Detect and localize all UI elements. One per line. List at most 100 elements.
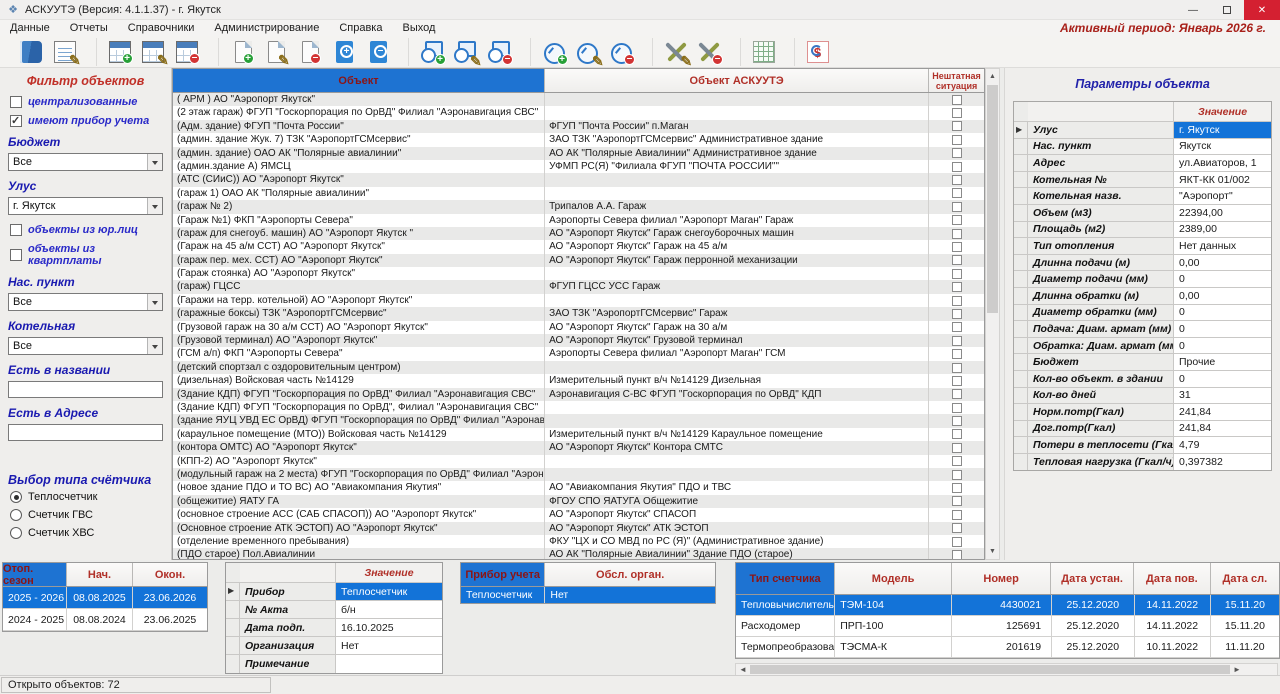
table-row[interactable]: (Грузовой гараж на 30 а/м ССТ) АО "Аэроп… [173,321,984,334]
emergency-checkbox[interactable] [952,242,962,252]
emergency-checkbox[interactable] [952,309,962,319]
emergency-checkbox[interactable] [952,296,962,306]
radio-icon[interactable] [10,509,22,521]
table-row[interactable]: (Основное строение АТК ЭСТОП) АО "Аэропо… [173,522,984,535]
emergency-checkbox[interactable] [952,255,962,265]
emergency-checkbox[interactable] [952,202,962,212]
emergency-checkbox[interactable] [952,429,962,439]
act-row[interactable]: Организация Нет [226,637,442,655]
device-add-icon[interactable] [408,38,448,66]
emergency-checkbox[interactable] [952,363,962,373]
param-row[interactable]: Кол-во объект. в здании 0 [1014,371,1271,388]
scroll-right-icon[interactable]: ► [1230,665,1244,674]
meter-add-icon[interactable] [530,38,570,66]
table-row[interactable]: Теплосчетчик Нет [461,587,715,603]
column-header-start[interactable]: Нач. [67,563,133,586]
table-row[interactable]: (ПДО старое) Пол.Авиалинии АО АК "Полярн… [173,548,984,560]
scrollbar-thumb[interactable] [987,85,998,313]
minimize-button[interactable]: — [1176,0,1210,20]
column-header-install-date[interactable]: Дата устан. [1051,563,1134,594]
table-row[interactable]: (дизельная) Войсковая часть №14129 Измер… [173,374,984,387]
object-edit-icon[interactable] [258,38,292,66]
emergency-checkbox[interactable] [952,496,962,506]
param-row[interactable]: Адрес ул.Авиаторов, 1 [1014,155,1271,172]
table-row[interactable]: Расходомер ПРП-100 125691 25.12.2020 14.… [736,616,1279,637]
table-row[interactable]: (общежитие) ЯАТУ ГА ФГОУ СПО ЯАТУГА Обще… [173,495,984,508]
table-row[interactable]: (Гаражи на терр. котельной) АО "Аэропорт… [173,294,984,307]
emergency-checkbox[interactable] [952,389,962,399]
settlement-select[interactable]: Все [8,293,163,311]
param-row[interactable]: Улус г. Якутск [1014,122,1271,139]
menu-item[interactable]: Справка [329,22,392,34]
table-row[interactable]: (Адм. здание) ФГУП "Почта России" ФГУП "… [173,120,984,133]
menu-item[interactable]: Справочники [118,22,205,34]
radio-icon[interactable] [10,491,22,503]
emergency-checkbox[interactable] [952,470,962,480]
device-edit-icon[interactable] [448,38,482,66]
journal-icon[interactable] [14,38,48,66]
ulus-select[interactable]: г. Якутск [8,197,163,215]
meter-delete-icon[interactable] [604,38,638,66]
emergency-checkbox[interactable] [952,229,962,239]
filter-checkbox-row[interactable]: объекты из квартплаты [10,243,163,267]
meter-type-radio-row[interactable]: Теплосчетчик [10,491,163,503]
column-header-end[interactable]: Окон. [133,563,207,586]
emergency-checkbox[interactable] [952,188,962,198]
param-row[interactable]: Дог.потр(Гкал) 241,84 [1014,421,1271,438]
grid-icon[interactable] [740,38,780,66]
table-row[interactable]: (Здание КДП) ФГУП "Госкорпорация по ОрВД… [173,401,984,414]
chevron-down-icon[interactable] [147,338,162,354]
table-row[interactable]: (Гараж №1) ФКП "Аэропорты Севера" Аэропо… [173,214,984,227]
radio-icon[interactable] [10,527,22,539]
emergency-checkbox[interactable] [952,443,962,453]
emergency-checkbox[interactable] [952,269,962,279]
emergency-checkbox[interactable] [952,550,962,560]
season-edit-icon[interactable] [136,38,170,66]
emergency-checkbox[interactable] [952,135,962,145]
param-row[interactable]: Норм.потр(Гкал) 241,84 [1014,404,1271,421]
emergency-checkbox[interactable] [952,456,962,466]
column-header-verify-date[interactable]: Дата пов. [1134,563,1211,594]
scroll-left-icon[interactable]: ◄ [736,665,750,674]
act-row[interactable]: Прибор Теплосчетчик [226,583,442,601]
tools-delete-icon[interactable] [692,38,726,66]
chevron-down-icon[interactable] [147,294,162,310]
emergency-checkbox[interactable] [952,95,962,105]
vertical-scrollbar[interactable]: ▲ ▼ [985,68,1000,560]
menu-item[interactable]: Выход [392,22,445,34]
table-row[interactable]: (Гараж на 45 а/м ССТ) АО "Аэропорт Якутс… [173,240,984,253]
param-row[interactable]: Кол-во дней 31 [1014,388,1271,405]
report-edit-icon[interactable] [48,38,82,66]
table-row[interactable]: (гараж для снегоуб. машин) АО "Аэропорт … [173,227,984,240]
finance-icon[interactable] [794,38,834,66]
chevron-down-icon[interactable] [147,198,162,214]
meter-type-radio-row[interactable]: Счетчик ХВС [10,527,163,539]
emergency-checkbox[interactable] [952,416,962,426]
emergency-checkbox[interactable] [952,376,962,386]
emergency-checkbox[interactable] [952,148,962,158]
table-row[interactable]: (АТС (СИиС)) АО "Аэропорт Якутск" [173,173,984,186]
emergency-checkbox[interactable] [952,322,962,332]
param-row[interactable]: Тип отопления Нет данных [1014,238,1271,255]
filter-checkbox-row[interactable]: имеют прибор учета [10,115,163,127]
table-row[interactable]: (здание ЯУЦ УВД ЕС ОрВД) ФГУП "Госкорпор… [173,414,984,427]
address-search-input[interactable] [8,424,163,441]
param-row[interactable]: Потери в теплосети (Гкал) 4,79 [1014,437,1271,454]
scroll-up-icon[interactable]: ▲ [986,69,999,84]
menu-item[interactable]: Отчеты [60,22,118,34]
act-row[interactable]: Дата подп. 16.10.2025 [226,619,442,637]
table-row[interactable]: (отделение временного пребывания) ФКУ "Ц… [173,535,984,548]
scrollbar-thumb[interactable] [750,665,1230,674]
table-row[interactable]: (админ.здание А) ЯМСЦ УФМП РС(Я) "Филиал… [173,160,984,173]
table-row[interactable]: (детский спортзал с оздоровительным цент… [173,361,984,374]
param-row[interactable]: Подача: Диам. армат (мм) 0 [1014,321,1271,338]
table-row[interactable]: 2024 - 2025 08.08.2024 23.06.2025 [3,609,207,631]
table-row[interactable]: (КПП-2) АО "Аэропорт Якутск" [173,455,984,468]
table-row[interactable]: (Грузовой терминал) АО "Аэропорт Якутск"… [173,334,984,347]
act-row[interactable]: № Акта б/н [226,601,442,619]
param-row[interactable]: Тепловая нагрузка (Гкал/ч) 0,397382 [1014,454,1271,471]
table-row[interactable]: Тепловычислитель ТЭМ-104 4430021 25.12.2… [736,595,1279,616]
column-header-model[interactable]: Модель [835,563,952,594]
table-row[interactable]: (модульный гараж на 2 места) ФГУП "Госко… [173,468,984,481]
emergency-checkbox[interactable] [952,336,962,346]
